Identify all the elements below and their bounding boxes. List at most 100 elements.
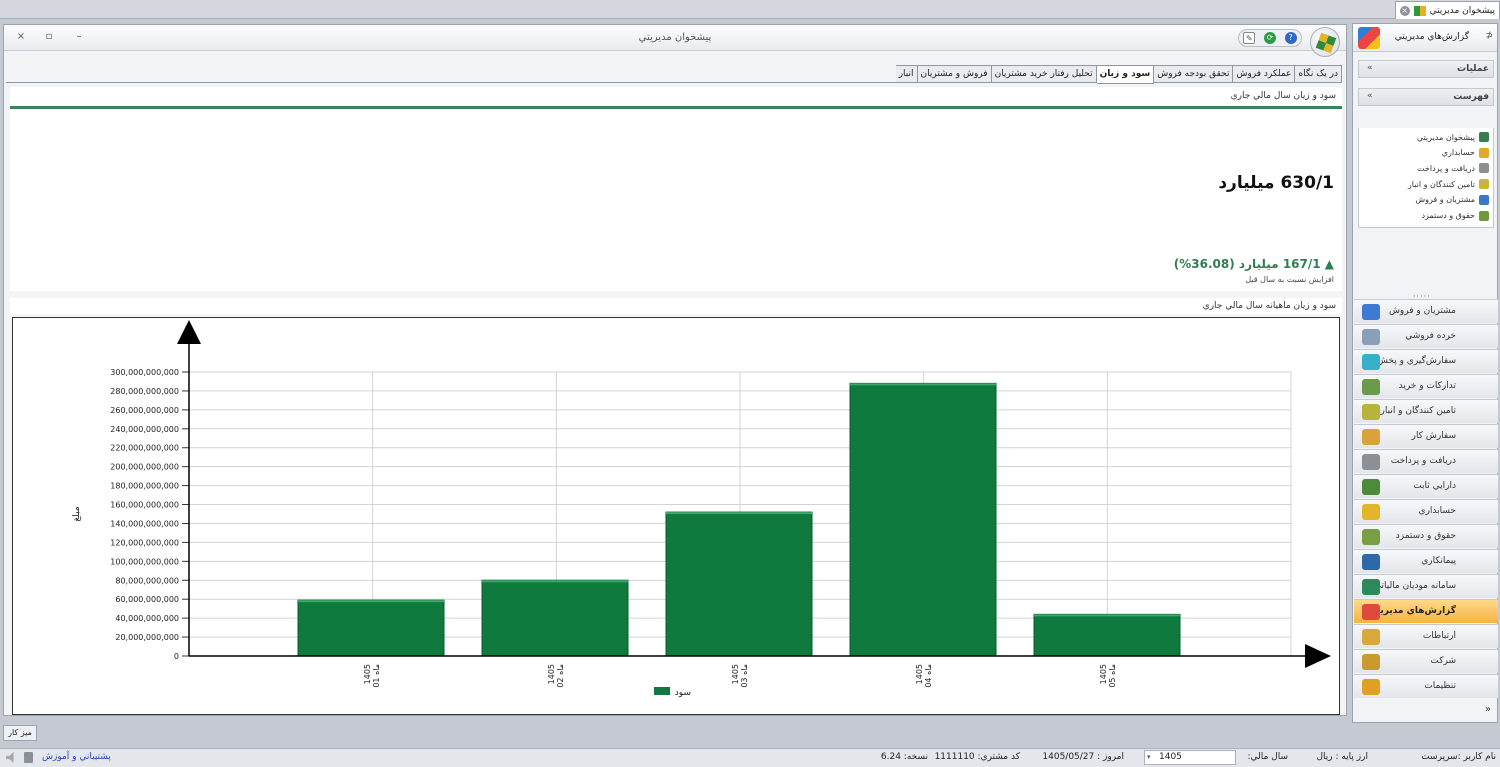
menu-item-icon xyxy=(1479,194,1489,205)
collapse-icon[interactable]: « xyxy=(1367,91,1373,101)
module-button[interactable]: دريافت و پرداخت xyxy=(1354,449,1498,473)
nav-header-title: گزارش‌هاي مديريتي xyxy=(1394,32,1469,42)
tab-sales-budget[interactable]: تحقق بودجه فروش xyxy=(1154,65,1234,83)
help-icon[interactable]: ? xyxy=(1284,32,1297,44)
module-button[interactable]: تنظيمات xyxy=(1354,674,1498,698)
index-menu-item[interactable]: حقوق و دستمزد xyxy=(1421,209,1489,223)
nav-header: ⊅ گزارش‌هاي مديريتي xyxy=(1353,24,1497,52)
module-label: تداركات و خريد xyxy=(1398,381,1456,391)
kpi-title: سود و زيان سال مالي جاري xyxy=(1230,91,1336,101)
module-button[interactable]: ارتباطات xyxy=(1354,624,1498,648)
x-tick-label-year: 1405 xyxy=(547,664,556,684)
pin-icon[interactable]: ⊅ xyxy=(1485,31,1493,41)
section-operations[interactable]: عمليات « xyxy=(1358,60,1494,78)
module-button[interactable]: حسابداري xyxy=(1354,499,1498,523)
legend-label: سود xyxy=(675,688,691,698)
kpi-divider xyxy=(10,106,1342,109)
tab-profit-loss[interactable]: سود و زيان xyxy=(1096,65,1155,84)
module-button[interactable]: پيمانكاري xyxy=(1354,549,1498,573)
index-menu-item[interactable]: تامين کنندگان و انبار xyxy=(1408,177,1489,191)
y-tick-label: 240,000,000,000 xyxy=(110,425,179,434)
module-button[interactable]: دارايي ثابت xyxy=(1354,474,1498,498)
y-tick-label: 120,000,000,000 xyxy=(110,538,179,547)
kpi-delta-caption: افزايش نسبت به سال قبل xyxy=(1245,275,1334,284)
more-modules-icon[interactable]: » xyxy=(1485,704,1491,715)
chevron-down-icon[interactable]: ▾ xyxy=(1147,751,1151,764)
tab-warehouse[interactable]: انبار xyxy=(895,65,918,83)
fiscal-year-select[interactable]: ▾ 1405 xyxy=(1144,750,1236,765)
close-tab-icon[interactable]: × xyxy=(1399,5,1410,16)
tab-at-a-glance[interactable]: در يک نگاه xyxy=(1295,65,1342,83)
module-icon xyxy=(1362,629,1380,645)
module-label: دارايي ثابت xyxy=(1413,481,1456,491)
dashboard-window: × ▫ – پيشخوان مديريتي ✎ ⟳ ? در يک نگاه ع… xyxy=(3,24,1347,716)
x-tick-label-month: 03 ماه xyxy=(740,664,749,688)
status-customer-code: کد مشتري: 1111110 xyxy=(934,752,1020,762)
module-button[interactable]: گزارش‌هاي مديريتي xyxy=(1354,599,1498,623)
y-axis-label: مبلغ xyxy=(72,506,82,521)
edit-icon[interactable]: ✎ xyxy=(1243,32,1256,44)
x-tick-label-year: 1405 xyxy=(363,664,372,684)
collapse-icon[interactable]: « xyxy=(1367,63,1373,73)
index-menu-item[interactable]: دريافت و پرداخت xyxy=(1417,161,1489,175)
bar-highlight xyxy=(482,580,628,583)
section-index[interactable]: فهرست « xyxy=(1358,88,1494,106)
y-tick-label: 280,000,000,000 xyxy=(110,387,179,396)
bar xyxy=(297,599,445,657)
app-logo-icon xyxy=(1413,5,1426,16)
y-tick-label: 220,000,000,000 xyxy=(110,444,179,453)
index-menu-item[interactable]: مشتريان و فروش xyxy=(1415,193,1489,207)
module-icon xyxy=(1362,379,1380,395)
y-tick-label: 40,000,000,000 xyxy=(115,614,179,623)
menu-item-label: تامين کنندگان و انبار xyxy=(1407,179,1475,189)
module-button[interactable]: حقوق و دستمزد xyxy=(1354,524,1498,548)
monthly-profit-chart: 0 20,000,000,000 40,000,000,000 60,000,000,… xyxy=(72,320,1331,698)
module-button[interactable]: مشتريان و فروش xyxy=(1354,299,1498,323)
module-icon xyxy=(1362,529,1380,545)
index-menu-item[interactable]: پيشخوان مديريتي xyxy=(1417,130,1489,144)
desktop-button[interactable]: ميز كار xyxy=(3,725,37,741)
x-tick-label-year: 1405 xyxy=(1099,664,1108,684)
module-button[interactable]: سفارش كار xyxy=(1354,424,1498,448)
dashboard-logo-icon xyxy=(1310,27,1340,57)
tab-customer-behavior[interactable]: تحليل رفتار خريد مشتريان xyxy=(991,65,1097,83)
y-tick-label: 260,000,000,000 xyxy=(110,406,179,415)
bar-highlight xyxy=(850,383,996,386)
module-icon xyxy=(1362,429,1380,445)
support-link[interactable]: پشتيباني و آموزش xyxy=(42,752,111,762)
module-icon xyxy=(1362,604,1380,620)
status-today: امروز : 1405/05/27 xyxy=(1042,752,1124,762)
document-tab-strip: پيشخوان مديريتي × xyxy=(0,0,1500,19)
section-operations-title: عمليات xyxy=(1457,64,1489,74)
module-button[interactable]: سامانه مودیان مالیاتی xyxy=(1354,574,1498,598)
document-icon[interactable] xyxy=(24,752,33,763)
module-button[interactable]: شركت xyxy=(1354,649,1498,673)
menu-item-label: دريافت و پرداخت xyxy=(1417,163,1475,173)
module-button[interactable]: خرده فروشي xyxy=(1354,324,1498,348)
tab-sales-customers[interactable]: فروش و مشتريان xyxy=(917,65,992,83)
status-version: نسخه: 6.24 xyxy=(880,752,928,762)
module-button[interactable]: سفارش‌گيري و پخش xyxy=(1354,349,1498,373)
document-tab-dashboard[interactable]: پيشخوان مديريتي × xyxy=(1394,1,1500,19)
y-tick-label: 180,000,000,000 xyxy=(110,482,179,491)
tab-sales-performance[interactable]: عملکرد فروش xyxy=(1233,65,1296,83)
index-menu-item[interactable]: حسابداري xyxy=(1442,146,1489,160)
y-tick-label: 0 xyxy=(174,652,179,661)
module-label: ارتباطات xyxy=(1422,631,1456,641)
kpi-panel: سود و زيان سال مالي جاري 630/1 ميليارد ▲… xyxy=(10,87,1342,291)
module-button[interactable]: تداركات و خريد xyxy=(1354,374,1498,398)
y-tick-label: 100,000,000,000 xyxy=(110,557,179,566)
menu-item-icon xyxy=(1479,132,1489,142)
bar xyxy=(1033,613,1181,657)
module-label: سامانه مودیان مالیاتی xyxy=(1373,581,1456,591)
speaker-icon[interactable] xyxy=(6,752,14,763)
y-tick-label: 300,000,000,000 xyxy=(110,368,179,377)
refresh-icon[interactable]: ⟳ xyxy=(1263,32,1276,44)
module-icon xyxy=(1362,304,1380,320)
bar xyxy=(481,579,629,657)
module-icon xyxy=(1362,679,1380,695)
status-user: نام کاربر :سرپرست xyxy=(1421,752,1496,762)
module-label: خرده فروشي xyxy=(1405,331,1456,341)
chart-container: 0 20,000,000,000 40,000,000,000 60,000,000,… xyxy=(12,317,1340,715)
module-button[interactable]: تامين کنندگان و انبار xyxy=(1354,399,1498,423)
